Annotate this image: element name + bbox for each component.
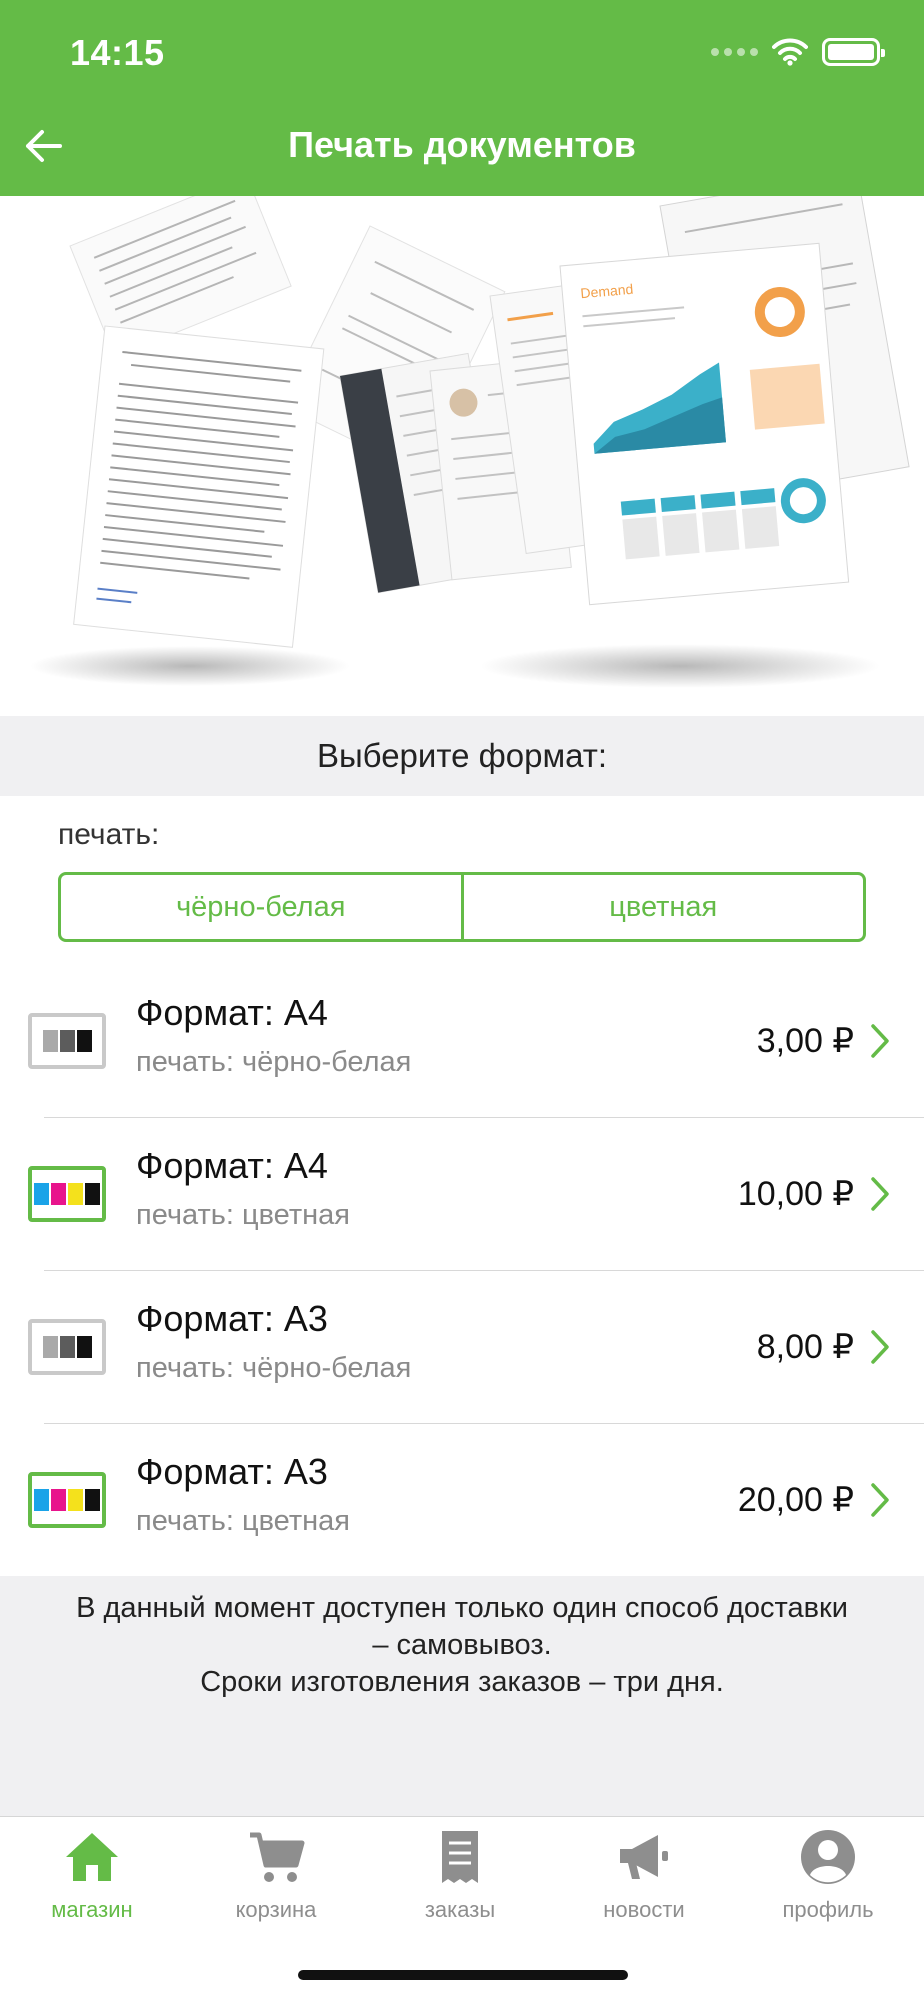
profile-icon — [801, 1830, 855, 1884]
format-row[interactable]: Формат: А3 печать: чёрно-белая 8,00 ₽ — [0, 1270, 924, 1423]
format-title: Формат: А3 — [136, 1451, 328, 1492]
signal-icon — [711, 48, 758, 56]
format-price: 3,00 ₽ — [756, 1021, 854, 1060]
tab-label: профиль — [782, 1897, 874, 1922]
tab-label: магазин — [51, 1897, 133, 1922]
info-line: В данный момент доступен только один спо… — [76, 1592, 848, 1624]
chevron-right-icon — [871, 1329, 889, 1364]
format-subtitle: печать: цветная — [136, 1505, 350, 1537]
segment-bw[interactable]: чёрно-белая — [61, 875, 461, 939]
format-subtitle: печать: чёрно-белая — [136, 1046, 412, 1078]
receipt-icon — [442, 1831, 478, 1883]
app-screen: 14:15 Печать документов Demand Выберите … — [0, 0, 924, 2000]
tab-label: корзина — [235, 1897, 317, 1922]
color-print-icon — [28, 1471, 106, 1528]
cart-icon — [250, 1832, 305, 1882]
format-title: Формат: А3 — [136, 1298, 328, 1339]
tab-cart[interactable]: корзина — [196, 1827, 356, 1923]
print-type-label: печать: — [58, 818, 160, 851]
print-type-selector: чёрно-белая цветная — [58, 872, 866, 942]
format-row[interactable]: Формат: А3 печать: цветная 20,00 ₽ — [0, 1423, 924, 1576]
color-print-icon — [28, 1165, 106, 1222]
header: 14:15 Печать документов — [0, 0, 924, 196]
delivery-info: В данный момент доступен только один спо… — [0, 1576, 924, 1816]
format-price: 8,00 ₽ — [756, 1327, 854, 1366]
wifi-icon — [772, 38, 808, 66]
info-line: Сроки изготовления заказов – три дня. — [200, 1666, 724, 1698]
chevron-right-icon — [871, 1482, 889, 1517]
tab-label: новости — [603, 1897, 685, 1922]
format-row[interactable]: Формат: А4 печать: чёрно-белая 3,00 ₽ — [0, 964, 924, 1117]
tab-label: заказы — [424, 1897, 496, 1922]
format-list: Формат: А4 печать: чёрно-белая 3,00 ₽ Фо… — [0, 964, 924, 1576]
megaphone-icon — [620, 1835, 668, 1879]
format-subtitle: печать: чёрно-белая — [136, 1352, 412, 1384]
segment-color[interactable]: цветная — [460, 875, 864, 939]
bw-print-icon — [28, 1318, 106, 1375]
format-section-title: Выберите формат: — [0, 716, 924, 796]
bw-print-icon — [28, 1012, 106, 1069]
chevron-right-icon — [871, 1176, 889, 1211]
tab-profile[interactable]: профиль — [748, 1827, 908, 1923]
status-time: 14:15 — [70, 32, 165, 73]
format-row[interactable]: Формат: А4 печать: цветная 10,00 ₽ — [0, 1117, 924, 1270]
home-indicator — [298, 1970, 628, 1980]
format-subtitle: печать: цветная — [136, 1199, 350, 1231]
format-title: Формат: А4 — [136, 992, 328, 1033]
tab-orders[interactable]: заказы — [380, 1827, 540, 1923]
info-line: – самовывоз. — [372, 1629, 552, 1661]
battery-icon — [822, 38, 885, 66]
chevron-right-icon — [871, 1023, 889, 1058]
page-title: Печать документов — [288, 124, 636, 165]
tab-news[interactable]: новости — [564, 1827, 724, 1923]
documents-illustration: Demand — [30, 196, 910, 688]
format-price: 10,00 ₽ — [737, 1174, 854, 1213]
tab-shop[interactable]: магазин — [12, 1827, 172, 1923]
format-price: 20,00 ₽ — [737, 1480, 854, 1519]
documents-hero-image: Demand — [0, 196, 924, 716]
format-title: Формат: А4 — [136, 1145, 328, 1186]
home-icon — [66, 1833, 118, 1881]
status-icons — [711, 38, 885, 66]
